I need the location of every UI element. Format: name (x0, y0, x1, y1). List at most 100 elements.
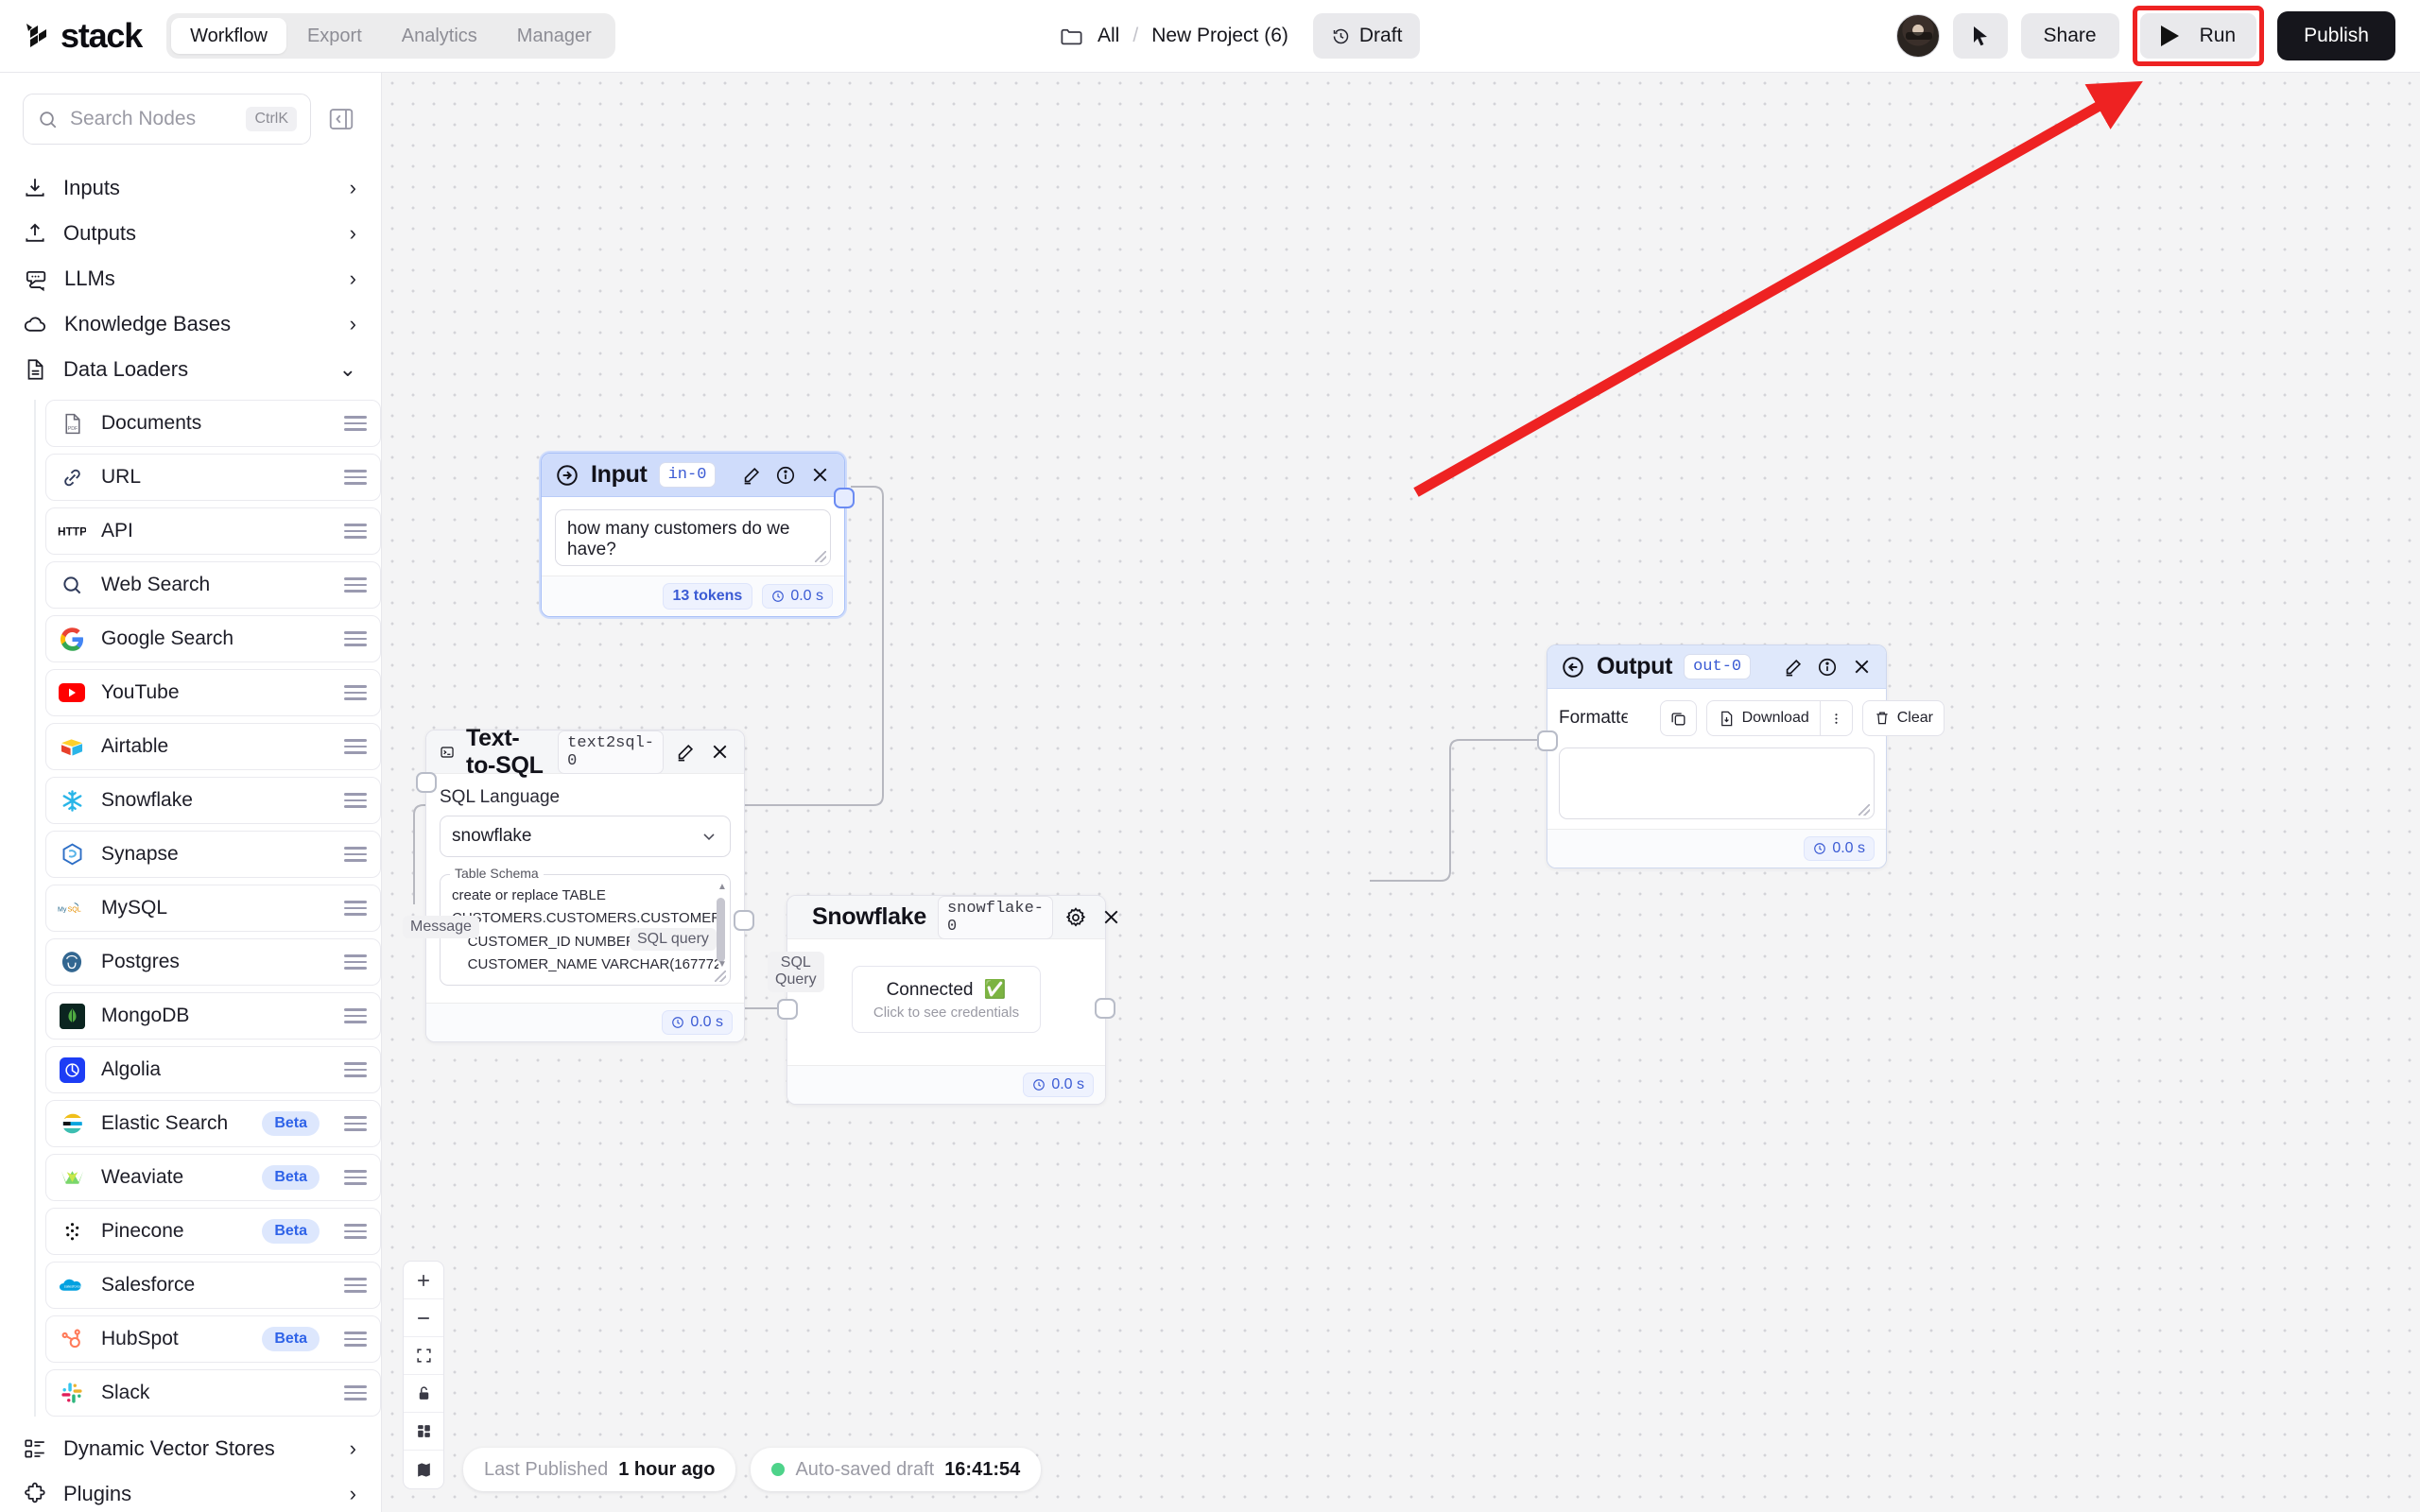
drag-handle-icon[interactable] (344, 1224, 367, 1239)
close-icon[interactable] (709, 741, 731, 763)
download-button[interactable]: Download (1705, 700, 1820, 736)
drag-handle-icon[interactable] (344, 1008, 367, 1023)
node-item-mongodb[interactable]: MongoDB (45, 992, 381, 1040)
drag-handle-icon[interactable] (344, 739, 367, 754)
workflow-canvas[interactable]: Input in-0 how many customers do we have… (382, 73, 2420, 1512)
clear-button[interactable]: Clear (1861, 700, 1945, 736)
node-input[interactable]: Input in-0 how many customers do we have… (541, 453, 855, 617)
zoom-out-button[interactable] (404, 1299, 443, 1337)
sidebar-item-data-loaders[interactable]: Data Loaders ⌄ (0, 347, 381, 392)
edit-icon[interactable] (741, 465, 762, 486)
info-icon[interactable] (775, 465, 796, 486)
minimap-button[interactable] (404, 1451, 443, 1488)
download-more-button[interactable] (1819, 700, 1853, 736)
search-input[interactable]: Search Nodes CtrlK (23, 94, 311, 145)
drag-handle-icon[interactable] (344, 470, 367, 485)
scrollbar-thumb[interactable] (717, 898, 725, 962)
sidebar-item-knowledge-bases[interactable]: Knowledge Bases › (0, 301, 381, 347)
node-item-mysql[interactable]: My SQL MySQL (45, 885, 381, 932)
input-port-snowflake[interactable] (777, 999, 798, 1020)
sidebar-item-plugins[interactable]: Plugins › (0, 1471, 381, 1512)
node-item-documents[interactable]: PDF Documents (45, 400, 381, 447)
output-textarea[interactable] (1559, 747, 1875, 819)
node-item-slack[interactable]: Slack (45, 1369, 381, 1417)
resize-handle[interactable] (715, 971, 726, 982)
node-input-header[interactable]: Input in-0 (542, 454, 844, 497)
cursor-mode-button[interactable] (1952, 13, 2008, 59)
drag-handle-icon[interactable] (344, 954, 367, 970)
node-item-weaviate[interactable]: Weaviate Beta (45, 1154, 381, 1201)
node-item-youtube[interactable]: YouTube (45, 669, 381, 716)
drag-handle-icon[interactable] (344, 1385, 367, 1400)
node-item-url[interactable]: URL (45, 454, 381, 501)
resize-handle[interactable] (815, 551, 826, 562)
sql-language-select[interactable]: snowflake (440, 816, 731, 857)
node-item-api[interactable]: HTTP API (45, 507, 381, 555)
collapse-sidebar-button[interactable] (324, 102, 358, 136)
run-button[interactable]: Run (2139, 13, 2257, 59)
input-textarea[interactable]: how many customers do we have? (555, 509, 831, 566)
drag-handle-icon[interactable] (344, 793, 367, 808)
breadcrumb-project[interactable]: New Project (6) (1151, 25, 1288, 47)
node-snowflake-header[interactable]: Snowflake snowflake-0 (787, 895, 1118, 939)
output-port-snowflake[interactable] (1095, 998, 1115, 1019)
node-text2sql-header[interactable]: Text-to-SQL text2sql-0 (426, 725, 744, 779)
close-icon[interactable] (809, 464, 831, 486)
drag-handle-icon[interactable] (344, 1170, 367, 1185)
tab-export[interactable]: Export (288, 18, 381, 54)
node-item-synapse[interactable]: Synapse (45, 831, 381, 878)
drag-handle-icon[interactable] (344, 1116, 367, 1131)
drag-handle-icon[interactable] (344, 1278, 367, 1293)
input-port-output-node[interactable] (1537, 730, 1558, 751)
grid-button[interactable] (404, 1413, 443, 1451)
close-icon[interactable] (1851, 656, 1873, 678)
sidebar-item-dynamic-vector-stores[interactable]: Dynamic Vector Stores › (0, 1426, 381, 1471)
schema-scrollbar[interactable]: ▲ ▼ (717, 882, 727, 977)
node-item-elastic-search[interactable]: Elastic Search Beta (45, 1100, 381, 1147)
gear-icon[interactable] (1064, 906, 1087, 929)
edit-icon[interactable] (675, 742, 696, 763)
drag-handle-icon[interactable] (344, 847, 367, 862)
info-icon[interactable] (1817, 657, 1838, 678)
tab-analytics[interactable]: Analytics (383, 18, 496, 54)
node-item-airtable[interactable]: Airtable (45, 723, 381, 770)
drag-handle-icon[interactable] (344, 577, 367, 593)
node-item-web-search[interactable]: Web Search (45, 561, 381, 609)
sidebar-item-inputs[interactable]: Inputs › (0, 165, 381, 211)
drag-handle-icon[interactable] (344, 631, 367, 646)
draft-status-button[interactable]: Draft (1312, 13, 1421, 59)
drag-handle-icon[interactable] (344, 1332, 367, 1347)
node-item-snowflake[interactable]: Snowflake (45, 777, 381, 824)
scroll-down-arrow[interactable]: ▼ (717, 959, 727, 970)
tab-manager[interactable]: Manager (498, 18, 611, 54)
drag-handle-icon[interactable] (344, 901, 367, 916)
scroll-up-arrow[interactable]: ▲ (717, 882, 727, 892)
node-item-google-search[interactable]: Google Search (45, 615, 381, 662)
publish-button[interactable]: Publish (2277, 11, 2395, 60)
close-icon[interactable] (1100, 906, 1122, 928)
brand-logo[interactable]: stack (25, 16, 143, 56)
sidebar-item-llms[interactable]: LLMs › (0, 256, 381, 301)
avatar[interactable] (1895, 14, 1940, 58)
fit-view-button[interactable] (404, 1337, 443, 1375)
drag-handle-icon[interactable] (344, 524, 367, 539)
node-text2sql[interactable]: Text-to-SQL text2sql-0 SQL Language snow… (416, 725, 754, 1042)
node-item-postgres[interactable]: Postgres (45, 938, 381, 986)
node-output[interactable]: Output out-0 Formatted Download Clear 0.… (1537, 644, 1945, 868)
credentials-card[interactable]: Connected ✅ Click to see credentials (851, 966, 1042, 1033)
node-item-hubspot[interactable]: HubSpot Beta (45, 1315, 381, 1363)
lock-button[interactable] (404, 1375, 443, 1413)
sidebar-item-outputs[interactable]: Outputs › (0, 211, 381, 256)
drag-handle-icon[interactable] (344, 1062, 367, 1077)
edit-icon[interactable] (1783, 657, 1804, 678)
node-output-header[interactable]: Output out-0 (1547, 645, 1886, 689)
input-port-text2sql[interactable] (416, 772, 437, 793)
node-snowflake[interactable]: Snowflake snowflake-0 Connected ✅ Click … (777, 895, 1118, 1105)
node-item-algolia[interactable]: Algolia (45, 1046, 381, 1093)
copy-button[interactable] (1659, 700, 1697, 736)
node-item-pinecone[interactable]: Pinecone Beta (45, 1208, 381, 1255)
tab-workflow[interactable]: Workflow (171, 18, 286, 54)
drag-handle-icon[interactable] (344, 416, 367, 431)
output-port-input-node[interactable] (834, 488, 855, 508)
zoom-in-button[interactable] (404, 1262, 443, 1299)
